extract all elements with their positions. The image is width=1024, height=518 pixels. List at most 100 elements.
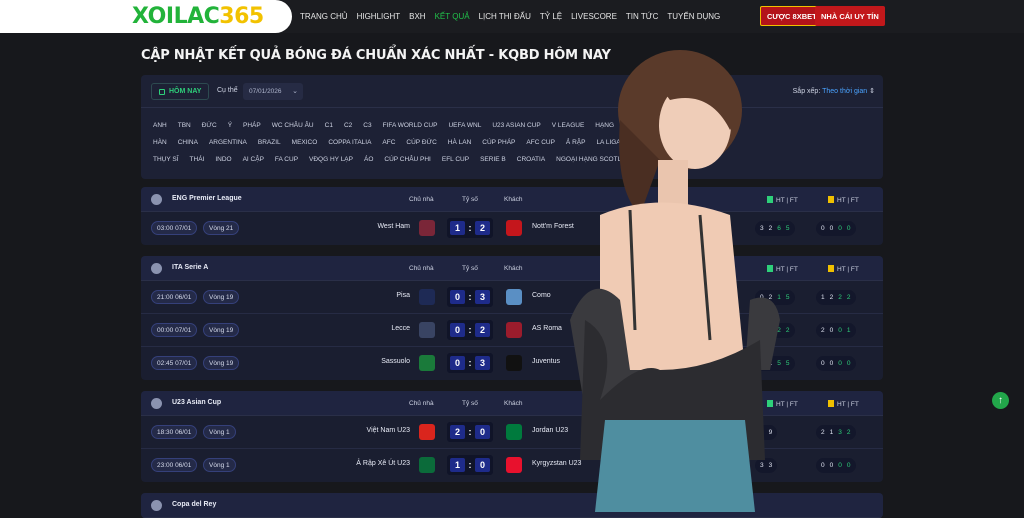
league-filter-item[interactable]: CÚP PHÁP (482, 139, 515, 146)
home-team-crest-icon (419, 424, 435, 440)
nav-item[interactable]: KẾT QUẢ (435, 12, 470, 21)
league-filter-item[interactable]: FA CUP (275, 156, 298, 163)
league-filter-item[interactable]: EFL CUP (442, 156, 469, 163)
league-name: ENG Premier League (172, 195, 242, 202)
home-team[interactable]: Pisa (396, 292, 410, 299)
league-filter-item[interactable]: CÚP ĐỨC (406, 139, 436, 146)
league-filter-item[interactable]: VĐQG HY LẠP (309, 156, 353, 163)
league-filter-item[interactable]: THỤY SĨ (153, 156, 179, 163)
away-team-crest-icon (506, 220, 522, 236)
away-score: 2 (475, 221, 490, 235)
stat-value: 2 (846, 294, 851, 301)
away-team-crest-icon (506, 355, 522, 371)
league-filter-item[interactable]: ĐỨC (202, 122, 217, 129)
nav-item[interactable]: TRANG CHỦ (300, 12, 348, 21)
home-score: 0 (450, 356, 465, 370)
league-filter-item[interactable]: COPPA ITALIA (328, 139, 371, 146)
league-filter-item[interactable]: Ý (228, 122, 232, 129)
league-filter-item[interactable]: AFC CUP (526, 139, 555, 146)
logo-number: 365 (219, 4, 264, 29)
nav-item[interactable]: LỊCH THI ĐẤU (479, 12, 531, 21)
league-filter-item[interactable]: BRAZIL (258, 139, 281, 146)
league-filter-item[interactable]: ARGENTINA (209, 139, 247, 146)
stat-value: 0 (829, 462, 834, 469)
match-time: 03:00 07/01 (151, 221, 198, 235)
col-htft-label: HT | FT (828, 400, 859, 408)
home-score: 0 (450, 323, 465, 337)
home-team[interactable]: Sassuolo (381, 358, 410, 365)
stat-value: 0 (829, 225, 834, 232)
home-team-crest-icon (419, 220, 435, 236)
nav-item[interactable]: TỶ LỆ (540, 12, 562, 21)
stat-value: 0 (846, 360, 851, 367)
stat-value: 0 (838, 225, 842, 232)
back-to-top-button[interactable]: ↑ (992, 392, 1009, 409)
league-filter-item[interactable]: PHÁP (243, 122, 261, 129)
stat-value: 0 (821, 360, 825, 367)
league-icon (151, 398, 162, 409)
nav-item[interactable]: HIGHLIGHT (357, 12, 401, 21)
league-filter-item[interactable]: AFC (382, 139, 395, 146)
league-filter-item[interactable]: U23 ASIAN CUP (492, 122, 540, 129)
match-time: 23:00 06/01 (151, 458, 198, 472)
nav-item[interactable]: LIVESCORE (571, 12, 617, 21)
away-team[interactable]: AS Roma (532, 325, 562, 332)
league-filter-item[interactable]: AI CẬP (243, 156, 264, 163)
col-htft-label: HT | FT (828, 196, 859, 204)
home-team[interactable]: Ả Rập Xê Út U23 (356, 460, 410, 467)
league-filter-item[interactable]: WC CHÂU ÂU (272, 122, 314, 129)
away-team[interactable]: Como (532, 292, 551, 299)
league-icon (151, 500, 162, 511)
match-round: Vòng 19 (203, 290, 240, 304)
league-filter-item[interactable]: TBN (178, 122, 191, 129)
league-filter-item[interactable]: CÚP CHÂU PHI (384, 156, 430, 163)
league-filter-item[interactable]: CROATIA (517, 156, 545, 163)
score-separator: : (468, 292, 472, 302)
today-tab[interactable]: HÔM NAY (151, 83, 210, 100)
sort-select[interactable]: Sắp xếp: Theo thời gian ⇕ (793, 87, 875, 95)
main-nav: TRANG CHỦ HIGHLIGHT BXH KẾT QUẢ LỊCH THI ĐẤU… (300, 0, 729, 33)
away-score: 3 (475, 290, 490, 304)
league-filter-item[interactable]: UEFA WNL (448, 122, 481, 129)
home-score: 1 (450, 221, 465, 235)
league-filter-item[interactable]: C1 (325, 122, 333, 129)
stat-value: 1 (821, 294, 825, 301)
sort-label: Sắp xếp: (792, 88, 821, 95)
nav-item[interactable]: TIN TỨC (626, 12, 658, 21)
league-filter-item[interactable]: ÁO (364, 156, 373, 163)
league-filter-item[interactable]: HÀ LAN (448, 139, 471, 146)
date-select[interactable]: 07/01/2026 ⌄ (243, 83, 303, 100)
col-score-label: Tỷ số (462, 196, 478, 203)
score-box: 0:2 (447, 320, 493, 340)
stat-value: 2 (829, 294, 834, 301)
stat-value: 0 (838, 327, 842, 334)
yellow-card-icon (828, 400, 834, 407)
league-filter-item[interactable]: MEXICO (292, 139, 318, 146)
league-filter-item[interactable]: FIFA WORLD CUP (383, 122, 438, 129)
league-filter-item[interactable]: C2 (344, 122, 352, 129)
trusted-bookmaker-button[interactable]: NHÀ CÁI UY TÍN (815, 6, 885, 26)
site-logo[interactable]: XOILAC 365 (0, 0, 292, 33)
stat-value: 0 (821, 462, 825, 469)
stats-pill: 0000 (816, 356, 856, 371)
home-team[interactable]: Lecce (391, 325, 410, 332)
away-team[interactable]: Juventus (532, 358, 560, 365)
league-filter-item[interactable]: THÁI (190, 156, 205, 163)
league-filter-item[interactable]: ANH (153, 122, 167, 129)
league-filter-item[interactable]: C3 (363, 122, 371, 129)
league-filter-item[interactable]: HÀN (153, 139, 167, 146)
league-filter-item[interactable]: CHINA (178, 139, 198, 146)
match-round: Vòng 19 (203, 323, 240, 337)
away-team-crest-icon (506, 424, 522, 440)
home-team[interactable]: West Ham (377, 223, 410, 230)
home-team-crest-icon (419, 355, 435, 371)
stat-value: 3 (838, 429, 842, 436)
nav-item[interactable]: TUYỂN DỤNG (667, 12, 720, 21)
away-score: 3 (475, 356, 490, 370)
nav-item[interactable]: BXH (409, 12, 425, 21)
league-filter-item[interactable]: SERIE B (480, 156, 506, 163)
league-filter-item[interactable]: INDO (215, 156, 231, 163)
home-score: 0 (450, 290, 465, 304)
home-team[interactable]: Việt Nam U23 (367, 427, 410, 434)
match-round: Vòng 1 (203, 458, 236, 472)
